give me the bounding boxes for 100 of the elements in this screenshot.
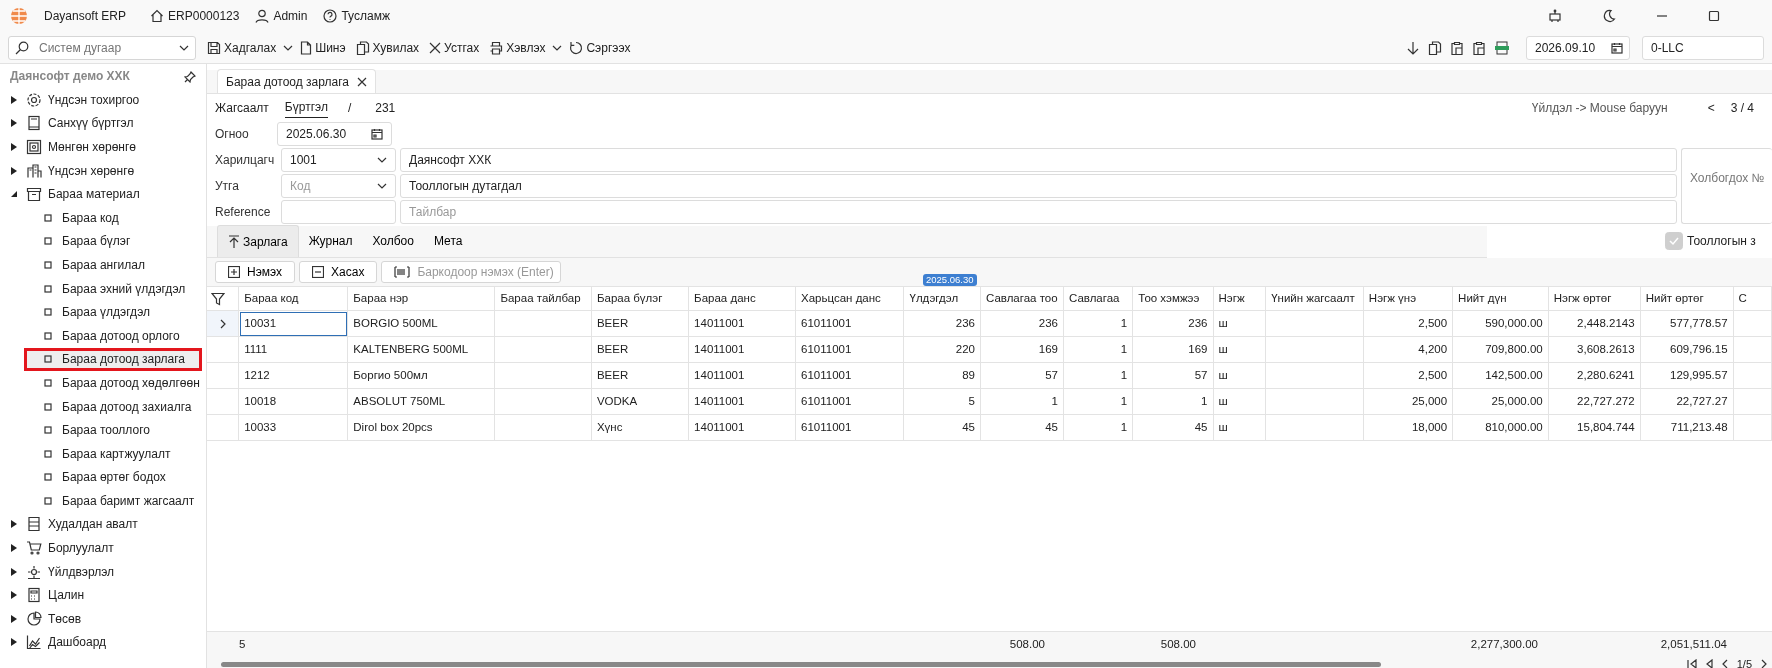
maximize-icon[interactable] (1708, 10, 1720, 22)
tree-item[interactable]: Цалин (0, 583, 206, 608)
robot-icon[interactable] (1548, 9, 1562, 23)
tree-item[interactable]: Бараа ангилал (0, 253, 204, 277)
chevron-down-icon[interactable] (552, 44, 563, 51)
column-header[interactable]: Нэгж (1213, 286, 1266, 311)
clipboard-icon[interactable] (1450, 40, 1464, 55)
toolbar-button[interactable]: Нэмэх (215, 261, 296, 283)
tree-item[interactable]: Бараа код (0, 205, 204, 230)
previous-icon[interactable] (1720, 659, 1729, 668)
scrollbar-thumb[interactable] (221, 661, 1381, 667)
toolbar-button[interactable]: Хувилах (352, 36, 423, 59)
toolbar-button[interactable]: Шинэ (297, 36, 349, 59)
tree-item[interactable]: Төсөв (0, 607, 206, 631)
arrow-down-icon[interactable] (1406, 40, 1420, 55)
pin-icon[interactable] (184, 70, 196, 83)
column-header[interactable]: Харьцсан данс (795, 286, 904, 311)
spreadsheet-icon[interactable] (1494, 40, 1510, 55)
company-field[interactable]: 0-LLC (1642, 35, 1764, 60)
next-icon[interactable] (1760, 659, 1768, 668)
table-cell: 61011001 (801, 342, 852, 355)
tree-item[interactable]: Бараа баримт жагсаалт (0, 489, 204, 513)
input-field[interactable] (281, 200, 396, 224)
chevron-down-icon[interactable] (283, 44, 294, 51)
toolbar-button[interactable]: Хасах (299, 261, 378, 283)
previous-button[interactable]: < (1707, 99, 1715, 117)
column-header[interactable]: Нийт дүн (1452, 286, 1549, 311)
column-header[interactable]: Савлагаа тоо (980, 286, 1064, 311)
search-input[interactable]: Систем дугаар (37, 37, 167, 58)
tree-item[interactable]: Бараа дотоод захиалга (0, 394, 204, 419)
breadcrumb-link[interactable]: Жагсаалт (215, 98, 269, 118)
tree-item[interactable]: Худалдан авалт (0, 512, 206, 537)
tree-item[interactable]: Бараа дотоод зарлага (24, 347, 202, 372)
column-header[interactable]: Тоо хэмжээ (1132, 286, 1213, 311)
column-header[interactable]: Нийт өртөг (1640, 286, 1734, 311)
column-header[interactable]: Нэгж өртөг (1548, 286, 1641, 311)
column-header[interactable]: Бараа тайлбар (494, 286, 592, 311)
tree-item[interactable]: Бараа үлдэгдэл (0, 300, 204, 324)
table-cell: 1111 (244, 342, 268, 355)
tree-item[interactable]: Бараа тооллого (0, 418, 204, 442)
tree-item[interactable]: Мөнгөн хөрөнгө (0, 135, 206, 159)
copy-icon (355, 40, 370, 55)
table-cell: 220 (955, 342, 975, 355)
first-page-icon[interactable] (1686, 659, 1697, 668)
help-link[interactable]: Тусламж (341, 7, 390, 25)
toolbar-button[interactable]: Хадгалах (204, 36, 280, 59)
tree-item[interactable]: Үндсэн хөрөнгө (0, 158, 206, 183)
checkbox[interactable] (1665, 232, 1683, 250)
column-header[interactable]: Бараа нэр (347, 286, 495, 311)
column-header[interactable]: Бараа код (238, 286, 348, 311)
chevron-down-icon[interactable] (377, 183, 387, 189)
date-field[interactable]: 2025.06.30 (277, 122, 392, 146)
tree-item[interactable]: Борлуулалт (0, 536, 206, 560)
search-field[interactable]: Систем дугаар (8, 35, 196, 60)
close-icon[interactable] (357, 76, 367, 87)
code-select[interactable]: 1001 (281, 148, 396, 172)
toolbar-button[interactable]: Устгах (426, 36, 483, 59)
tree-item[interactable]: Бараа материал (0, 182, 206, 206)
column-header[interactable]: Савлагаа (1063, 286, 1133, 311)
column-header[interactable]: Бараа бүлэг (591, 286, 689, 311)
column-header[interactable]: С (1733, 286, 1772, 311)
filter-icon[interactable] (211, 291, 225, 306)
column-header[interactable]: Бараа данс (688, 286, 796, 311)
column-header[interactable]: Нэгж үнэ (1363, 286, 1453, 311)
document-tab[interactable]: Бараа дотоод зарлага (217, 69, 376, 93)
tree-item[interactable]: Үндсэн тохиргоо (0, 88, 206, 112)
tab[interactable]: Журнал (298, 225, 363, 257)
input-field[interactable]: Тооллогын дутагдал (400, 174, 1677, 198)
tree-item[interactable]: Бараа дотоод орлого (0, 323, 204, 348)
tree-item[interactable]: Бараа картжуулалт (0, 441, 204, 466)
search-icon (15, 40, 29, 55)
column-header[interactable]: Үлдэгдэл (904, 286, 981, 311)
table-cell: 15,804.744 (1577, 420, 1635, 433)
clipboard-icon[interactable] (1472, 40, 1486, 55)
tree-item[interactable]: Бараа дотоод хөдөлгөөн (0, 371, 204, 395)
toolbar-button[interactable]: Сэргээх (566, 36, 634, 59)
moon-icon[interactable] (1602, 9, 1616, 23)
tree-item[interactable]: Бараа бүлэг (0, 229, 204, 254)
tree-item[interactable]: Санхүү бүртгэл (0, 111, 206, 136)
related-number-field[interactable]: Холбогдох № (1681, 148, 1772, 224)
input-field[interactable]: Даянсофт ХХК (400, 148, 1677, 172)
field-label: Огноо (215, 126, 250, 143)
user-name[interactable]: Admin (273, 7, 308, 25)
date-field[interactable]: 2026.09.10 (1526, 35, 1630, 60)
tab[interactable]: Мета (423, 225, 473, 257)
table-cell: 2,500 (1418, 316, 1448, 329)
breadcrumb-link[interactable]: Бүртгэл (284, 98, 328, 118)
chevron-down-icon[interactable] (179, 45, 189, 52)
column-header[interactable]: Үнийн жагсаалт (1265, 286, 1364, 311)
chevron-down-icon[interactable] (377, 157, 387, 163)
tree-item[interactable]: Үйлдвэрлэл (0, 559, 206, 584)
tab[interactable]: Зарлага (217, 225, 299, 257)
square-icon (44, 355, 52, 364)
copy-icon[interactable] (1428, 40, 1442, 55)
tab[interactable]: Холбоо (362, 225, 424, 257)
toolbar-button[interactable]: Хэвлэх (486, 36, 549, 59)
tree-item[interactable]: Бараа өртөг бодох (0, 465, 204, 490)
tree-item[interactable]: Дашбоард (0, 630, 206, 655)
previous-page-icon[interactable] (1704, 659, 1713, 668)
tree-item[interactable]: Бараа эхний үлдэгдэл (0, 276, 204, 301)
